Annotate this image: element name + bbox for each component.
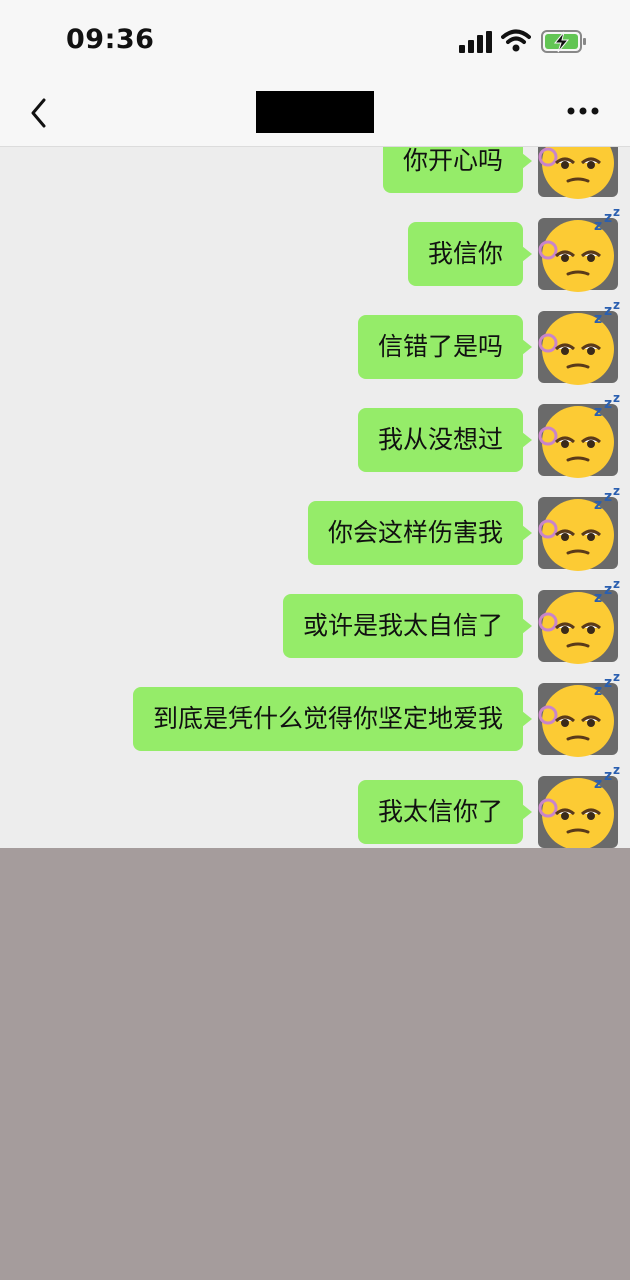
svg-text:z: z <box>613 487 620 498</box>
battery-charging-icon <box>541 30 586 53</box>
wifi-icon <box>501 29 531 52</box>
svg-text:z: z <box>594 590 602 606</box>
contact-name-redacted <box>256 91 374 133</box>
blank-cropped-area <box>0 848 630 1280</box>
sender-avatar-sleepy-face-icon[interactable]: z z z <box>532 208 624 300</box>
message-bubble[interactable]: 我从没想过 <box>357 408 533 472</box>
svg-text:z: z <box>604 396 612 412</box>
message-bubble[interactable]: 你会这样伤害我 <box>307 501 533 565</box>
message-row: 我太信你了 z z z <box>0 766 630 848</box>
message-row: 信错了是吗 z z z <box>0 301 630 385</box>
svg-text:z: z <box>613 580 620 591</box>
message-bubble[interactable]: 你开心吗 <box>382 147 533 193</box>
chevron-left-icon[interactable] <box>24 94 54 132</box>
message-row: 我信你 z z z <box>0 208 630 292</box>
more-dots-icon[interactable] <box>564 96 602 126</box>
status-time: 09:36 <box>66 24 155 55</box>
message-bubble[interactable]: 到底是凭什么觉得你坚定地爱我 <box>132 687 533 751</box>
message-row: 你开心吗 z z z <box>0 147 630 199</box>
svg-text:z: z <box>613 766 620 777</box>
cellular-signal-icon <box>459 31 492 53</box>
message-row: 我从没想过 z z z <box>0 394 630 478</box>
svg-text:z: z <box>613 673 620 684</box>
svg-text:z: z <box>594 311 602 327</box>
message-bubble[interactable]: 或许是我太自信了 <box>282 594 533 658</box>
svg-text:z: z <box>594 404 602 420</box>
sender-avatar-sleepy-face-icon[interactable]: z z z <box>532 487 624 579</box>
message-bubble[interactable]: 信错了是吗 <box>357 315 533 379</box>
chat-screen: 09:36 你开心吗 我信你 z z z 信错了是吗 z z z 我从没想过 z… <box>0 0 630 848</box>
sender-avatar-sleepy-face-icon[interactable]: z z z <box>532 766 624 848</box>
message-bubble[interactable]: 我太信你了 <box>357 780 533 844</box>
svg-text:z: z <box>604 303 612 319</box>
message-row: 到底是凭什么觉得你坚定地爱我 z z z <box>0 673 630 757</box>
sender-avatar-sleepy-face-icon[interactable]: z z z <box>532 580 624 672</box>
chat-header <box>0 84 630 147</box>
sender-avatar-sleepy-face-icon[interactable]: z z z <box>532 147 624 207</box>
sender-avatar-sleepy-face-icon[interactable]: z z z <box>532 673 624 765</box>
svg-text:z: z <box>613 394 620 405</box>
svg-text:z: z <box>604 675 612 691</box>
message-row: 你会这样伤害我 z z z <box>0 487 630 571</box>
message-bubble[interactable]: 我信你 <box>407 222 533 286</box>
svg-text:z: z <box>604 582 612 598</box>
svg-text:z: z <box>594 497 602 513</box>
status-bar: 09:36 <box>0 0 630 84</box>
svg-text:z: z <box>594 776 602 792</box>
svg-text:z: z <box>613 301 620 312</box>
svg-text:z: z <box>604 210 612 226</box>
svg-text:z: z <box>594 218 602 234</box>
svg-text:z: z <box>604 768 612 784</box>
svg-text:z: z <box>594 683 602 699</box>
svg-text:z: z <box>613 208 620 219</box>
svg-text:z: z <box>604 489 612 505</box>
message-list: 你开心吗 z z z 我信你 <box>0 147 630 848</box>
sender-avatar-sleepy-face-icon[interactable]: z z z <box>532 394 624 486</box>
sender-avatar-sleepy-face-icon[interactable]: z z z <box>532 301 624 393</box>
message-row: 或许是我太自信了 z z z <box>0 580 630 664</box>
